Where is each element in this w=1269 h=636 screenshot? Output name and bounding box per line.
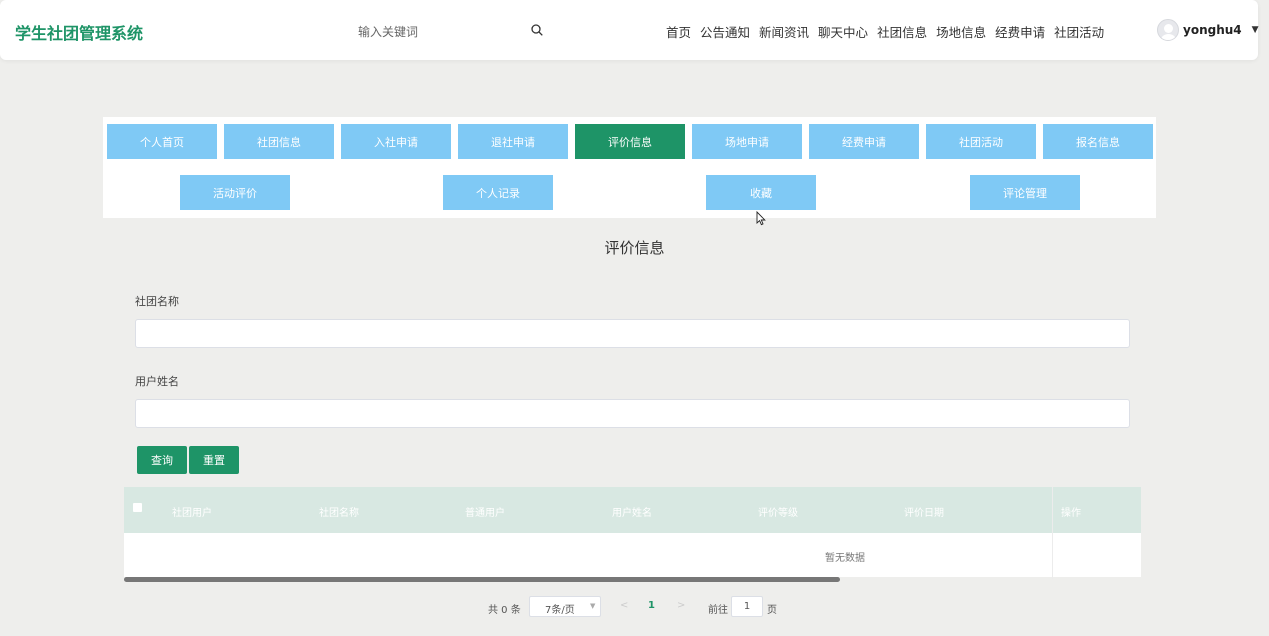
tab-signup-info[interactable]: 报名信息 [1043, 124, 1153, 159]
select-all-checkbox[interactable] [133, 503, 142, 512]
tab-funding-application[interactable]: 经费申请 [809, 124, 919, 159]
page-title: 评价信息 [604, 239, 665, 257]
mouse-cursor-icon [756, 211, 766, 226]
current-page[interactable]: 1 [648, 600, 655, 611]
search-input[interactable]: 输入关键词 [358, 23, 418, 40]
page-suffix: 页 [767, 605, 777, 616]
avatar[interactable] [1157, 19, 1179, 41]
club-name-input[interactable] [135, 319, 1130, 348]
evaluation-table: 社团用户 社团名称 普通用户 用户姓名 评价等级 评价日期 操作 暂无数据 [124, 487, 1141, 583]
nav-news[interactable]: 新闻资讯 [759, 22, 809, 41]
user-menu[interactable]: yonghu4 ▼ [1157, 19, 1259, 41]
column-evaluation-date: 评价日期 [904, 508, 944, 519]
chevron-down-icon[interactable]: ▼ [1252, 25, 1259, 35]
reset-button[interactable]: 重置 [189, 446, 239, 474]
column-actions: 操作 [1061, 508, 1081, 519]
fixed-column-divider [1052, 487, 1053, 579]
tab-favorites[interactable]: 收藏 [706, 175, 816, 210]
tab-club-activities[interactable]: 社团活动 [926, 124, 1036, 159]
tab-personal-records[interactable]: 个人记录 [443, 175, 553, 210]
goto-label: 前往 [708, 605, 728, 616]
tab-venue-application[interactable]: 场地申请 [692, 124, 802, 159]
user-name-label: 用户姓名 [135, 375, 179, 388]
horizontal-scrollbar[interactable] [124, 577, 840, 582]
user-center-tabs: 个人首页 社团信息 入社申请 退社申请 评价信息 场地申请 经费申请 社团活动 … [103, 117, 1156, 218]
chevron-down-icon: ▼ [590, 602, 596, 610]
search-box[interactable]: 输入关键词 [345, 16, 555, 44]
tab-personal-home[interactable]: 个人首页 [107, 124, 217, 159]
table-body: 暂无数据 [124, 533, 1141, 577]
top-navbar: 学生社团管理系统 输入关键词 首页 公告通知 新闻资讯 聊天中心 社团信息 场地… [0, 0, 1259, 60]
tab-comment-management[interactable]: 评论管理 [970, 175, 1080, 210]
username[interactable]: yonghu4 [1183, 23, 1242, 37]
nav-chat[interactable]: 聊天中心 [818, 22, 868, 41]
tab-club-info[interactable]: 社团信息 [224, 124, 334, 159]
user-name-input[interactable] [135, 399, 1130, 428]
column-normal-user: 普通用户 [465, 508, 505, 519]
tab-evaluation-info[interactable]: 评价信息 [575, 124, 685, 159]
page-size-value: 7条/页 [545, 605, 575, 616]
nav-venue-info[interactable]: 场地信息 [936, 22, 986, 41]
column-club-name: 社团名称 [319, 508, 359, 519]
page-size-select[interactable]: 7条/页 ▼ [529, 596, 601, 617]
nav-club-activities[interactable]: 社团活动 [1054, 22, 1104, 41]
tab-activity-evaluation[interactable]: 活动评价 [180, 175, 290, 210]
nav-announcements[interactable]: 公告通知 [700, 22, 750, 41]
nav-home[interactable]: 首页 [666, 22, 691, 41]
goto-page-input[interactable]: 1 [731, 596, 763, 617]
column-club-user: 社团用户 [172, 508, 212, 519]
next-page-icon[interactable]: > [677, 600, 685, 611]
tab-join-application[interactable]: 入社申请 [341, 124, 451, 159]
empty-state-text: 暂无数据 [825, 553, 865, 564]
table-header: 社团用户 社团名称 普通用户 用户姓名 评价等级 评价日期 操作 [124, 487, 1141, 533]
column-user-name: 用户姓名 [612, 508, 652, 519]
main-nav: 首页 公告通知 新闻资讯 聊天中心 社团信息 场地信息 经费申请 社团活动 [666, 22, 1113, 41]
nav-club-info[interactable]: 社团信息 [877, 22, 927, 41]
column-evaluation-level: 评价等级 [758, 508, 798, 519]
query-button[interactable]: 查询 [137, 446, 187, 474]
site-title[interactable]: 学生社团管理系统 [15, 20, 143, 44]
prev-page-icon[interactable]: < [620, 600, 628, 611]
total-count: 共 0 条 [488, 605, 521, 616]
club-name-label: 社团名称 [135, 295, 179, 308]
nav-funding[interactable]: 经费申请 [995, 22, 1045, 41]
search-icon[interactable] [531, 24, 543, 36]
tab-quit-application[interactable]: 退社申请 [458, 124, 568, 159]
